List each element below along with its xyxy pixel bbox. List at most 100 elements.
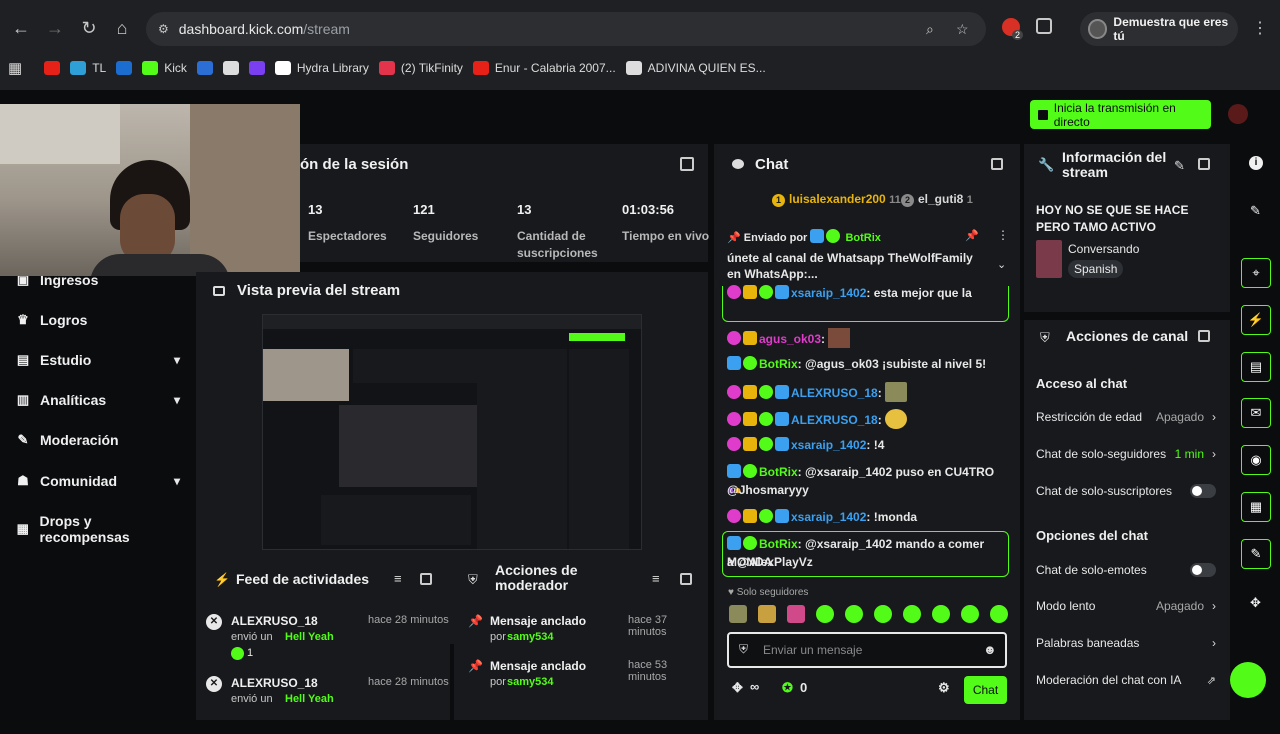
chat-message[interactable]: BotRix: @agus_ok03 ¡subiste al nivel 5! [727, 355, 1007, 373]
emote-icon[interactable] [990, 605, 1008, 623]
channel-setting-row[interactable]: Chat de solo-emotes [1036, 563, 1216, 577]
chat-settings-icon[interactable]: ⚙ [938, 680, 950, 696]
pinned-menu-icon[interactable]: ⋮ [997, 228, 1009, 242]
emote-icon[interactable] [903, 605, 921, 623]
emoji-icon[interactable]: ☻ [983, 642, 997, 657]
bookmark-item[interactable] [248, 61, 265, 75]
chat-send-button[interactable]: Chat [964, 676, 1007, 704]
chat-message[interactable]: xsaraip_1402: !4 [727, 436, 1007, 454]
pinned-message[interactable]: 📌 Enviado por BotRix 📌 ⋮ únete al canal … [719, 222, 1015, 288]
sidebar-item-drops[interactable]: ▦ Drops y recompensas [16, 513, 180, 545]
stream-preview-video[interactable] [262, 314, 642, 550]
filter-icon[interactable]: ≡ [652, 571, 660, 586]
emote-icon[interactable] [932, 605, 950, 623]
channel-setting-row[interactable]: Modo lento Apagado › [1036, 599, 1216, 613]
bookmark-item[interactable] [196, 61, 213, 75]
broadcast-icon[interactable]: ◉ [1241, 445, 1271, 475]
bookmark-item[interactable]: Enur - Calabria 2007... [472, 61, 616, 75]
help-chat-button[interactable] [1230, 662, 1266, 698]
filter-icon[interactable]: ≡ [394, 571, 402, 586]
chat-message[interactable]: xsaraip_1402: !monda [727, 508, 1007, 526]
extensions-puzzle-icon[interactable] [1036, 18, 1052, 34]
emote-icon[interactable] [787, 605, 805, 623]
layout-icon[interactable]: ▦ [1241, 492, 1271, 522]
activity-item[interactable]: ✕ ALEXRUSO_18 hace 28 minutos envió un Hell … [196, 614, 450, 672]
puzzle-icon[interactable]: ✥ [1250, 595, 1261, 611]
chat-username[interactable]: BotRix [759, 357, 798, 371]
expand-icon[interactable] [1198, 330, 1210, 342]
info-icon[interactable]: i [1249, 156, 1263, 170]
address-bar[interactable]: ⚙ dashboard.kick.com/stream ⌕ ☆ [146, 12, 986, 46]
chat-message[interactable]: agus_ok03: [727, 328, 1007, 348]
bookmark-item[interactable]: Hydra Library [274, 61, 369, 75]
chat-username[interactable]: ALEXRUSO_18 [791, 386, 878, 400]
bookmark-item[interactable] [116, 61, 133, 75]
unpin-icon[interactable]: 📌 [965, 229, 979, 242]
back-icon[interactable]: ← [4, 11, 38, 45]
expand-icon[interactable] [991, 158, 1003, 170]
top-gifter[interactable]: 2 el_guti8 1 [901, 192, 973, 207]
setting-toggle[interactable] [1190, 484, 1216, 498]
message-icon[interactable]: ✉ [1241, 398, 1271, 428]
zoom-icon[interactable]: ⌕ [926, 21, 934, 38]
bookmark-item[interactable]: Kick [142, 61, 187, 75]
emote-icon[interactable] [845, 605, 863, 623]
chat-message[interactable]: ALEXRUSO_18: [727, 409, 1007, 429]
chat-username[interactable]: ALEXRUSO_18 [791, 413, 878, 427]
activity-user[interactable]: ALEXRUSO_18 [231, 614, 318, 628]
activity-item[interactable]: ✕ ALEXRUSO_18 hace 28 minutos envió un Hell … [196, 676, 450, 734]
sidebar-item-logros[interactable]: ♛ Logros [16, 312, 180, 328]
chat-message[interactable]: ALEXRUSO_18: [727, 382, 1007, 402]
emote-icon[interactable] [758, 605, 776, 623]
external-link-icon[interactable]: ⇗ [1207, 674, 1216, 687]
forward-icon[interactable]: → [38, 11, 72, 45]
document-icon[interactable]: ▤ [1241, 352, 1271, 382]
expand-icon[interactable] [420, 573, 432, 585]
bookmark-item[interactable]: (2) TikFinity [378, 61, 463, 75]
expand-icon[interactable] [680, 157, 694, 171]
points-icon[interactable]: ✪ [782, 680, 793, 696]
apps-grid-icon[interactable]: ▦ [8, 59, 22, 77]
chevron-down-icon[interactable]: ▾ [174, 393, 180, 407]
setting-toggle[interactable] [1190, 563, 1216, 577]
profile-button[interactable]: Demuestra que eres tú [1080, 12, 1238, 46]
sidebar-item-estudio[interactable]: ▤ Estudio ▾ [16, 352, 180, 368]
chevron-down-icon[interactable]: ▾ [174, 474, 180, 488]
bookmark-item[interactable]: TL [70, 61, 106, 75]
bookmark-star-icon[interactable]: ☆ [956, 21, 969, 38]
category-thumbnail[interactable] [1036, 240, 1062, 278]
chat-message[interactable]: @Jhosmaryyy [727, 481, 1007, 499]
chat-username[interactable]: xsaraip_1402 [791, 438, 866, 452]
sidebar-item-analiticas[interactable]: ▥ Analíticas ▾ [16, 392, 180, 408]
emote-icon[interactable] [874, 605, 892, 623]
user-avatar[interactable] [1228, 104, 1248, 124]
expand-icon[interactable] [1198, 158, 1210, 170]
chevron-right-icon[interactable]: › [1212, 447, 1216, 461]
sidebar-item-moderacion[interactable]: ✎ Moderación [16, 432, 180, 448]
emote-icon[interactable] [729, 605, 747, 623]
chevron-right-icon[interactable]: › [1212, 410, 1216, 424]
chevron-down-icon[interactable]: ⌄ [997, 258, 1006, 271]
channel-setting-row[interactable]: Moderación del chat con IA ⇗ [1036, 673, 1216, 687]
mod-action-user[interactable]: samy534 [507, 676, 554, 688]
category-name[interactable]: Conversando [1068, 242, 1139, 256]
bookmark-item[interactable]: ADIVINA QUIEN ES... [625, 61, 766, 75]
bookmark-item[interactable] [44, 61, 61, 75]
edit-icon[interactable]: ✎ [1174, 158, 1185, 174]
chat-input[interactable]: ⛨ Enviar un mensaje ☻ [727, 632, 1007, 668]
mod-action-user[interactable]: samy534 [507, 631, 554, 643]
mod-action-item[interactable]: 📌 Mensaje anclado hace 37 minutos por samy53… [454, 614, 708, 656]
mod-action-item[interactable]: 📌 Mensaje anclado hace 53 minutos por samy53… [454, 659, 708, 701]
reload-icon[interactable]: ↻ [72, 11, 106, 45]
browser-menu-icon[interactable]: ⋮ [1252, 18, 1268, 38]
emote-icon[interactable] [961, 605, 979, 623]
go-live-button[interactable]: Inicia la transmisión en directo [1030, 100, 1211, 129]
channel-setting-row[interactable]: Palabras baneadas › [1036, 636, 1216, 650]
target-icon[interactable]: ⌖ [1241, 258, 1271, 288]
chevron-down-icon[interactable]: ▾ [174, 353, 180, 367]
home-icon[interactable]: ⌂ [105, 11, 139, 45]
emote-icon[interactable] [816, 605, 834, 623]
channel-setting-row[interactable]: Chat de solo-suscriptores [1036, 484, 1216, 498]
chevron-right-icon[interactable]: › [1212, 636, 1216, 650]
chevron-right-icon[interactable]: › [1212, 599, 1216, 613]
